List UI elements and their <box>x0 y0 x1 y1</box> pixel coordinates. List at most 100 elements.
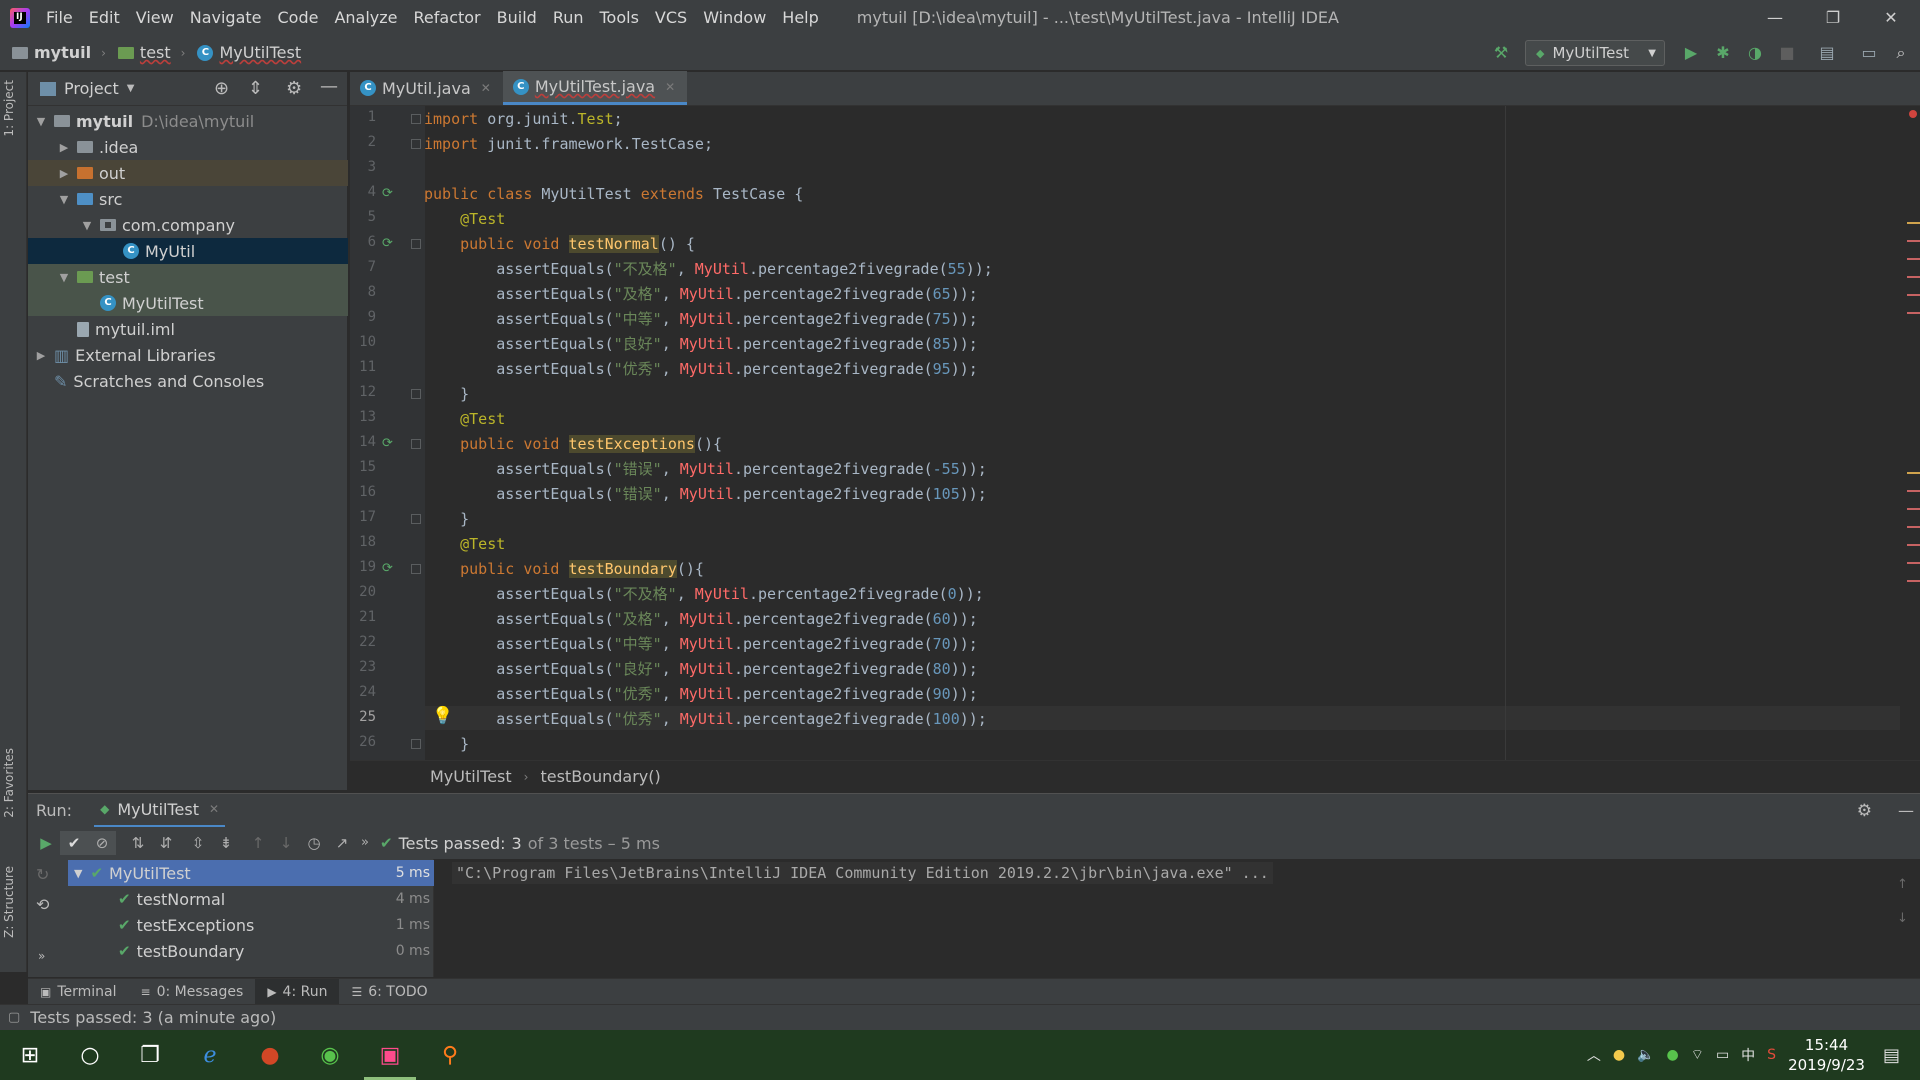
tree-item[interactable]: C MyUtil <box>28 238 348 264</box>
toggle-auto-test-icon[interactable]: ↻ <box>36 865 49 884</box>
code-line[interactable]: assertEquals("中等", MyUtil.percentage2fiv… <box>424 632 978 656</box>
code-line[interactable]: public void testNormal() { <box>424 232 695 256</box>
code-line[interactable]: } <box>424 507 469 531</box>
menu-build[interactable]: Build <box>489 0 545 35</box>
tab-myutil[interactable]: C MyUtil.java ✕ <box>350 71 503 105</box>
sogou-icon[interactable]: S <box>1767 1047 1776 1063</box>
code-line[interactable]: assertEquals("不及格", MyUtil.percentage2fi… <box>424 582 984 606</box>
menu-navigate[interactable]: Navigate <box>182 0 270 35</box>
frame-icon[interactable]: ▭ <box>1858 43 1880 63</box>
gear-icon[interactable]: ⚙ <box>1857 801 1872 821</box>
code-line[interactable]: } <box>424 732 469 756</box>
run-test-gutter-icon[interactable]: ⟳ <box>382 187 396 201</box>
task-view-icon[interactable]: ❐ <box>120 1030 180 1080</box>
locate-icon[interactable]: ⊕ <box>214 78 229 99</box>
search-icon[interactable]: ⌕ <box>1890 43 1912 63</box>
code-line[interactable]: @Test <box>424 532 505 556</box>
tree-item[interactable]: ▼ src <box>28 186 348 212</box>
run-test-gutter-icon[interactable]: ⟳ <box>382 562 396 576</box>
more-icon[interactable]: » <box>356 831 374 855</box>
menu-window[interactable]: Window <box>695 0 774 35</box>
edge-icon[interactable]: ℯ <box>180 1030 240 1080</box>
test-case-row[interactable]: ✔ testExceptions 1 ms <box>68 912 434 938</box>
code-line[interactable]: @Test <box>424 407 505 431</box>
console-scroll-arrows[interactable]: ↑ ↓ <box>1897 868 1908 936</box>
error-indicator-icon[interactable] <box>1909 110 1917 118</box>
tree-item[interactable]: ▶ out <box>28 160 348 186</box>
code-line[interactable]: assertEquals("优秀", MyUtil.percentage2fiv… <box>424 707 987 731</box>
code-line[interactable]: } <box>424 382 469 406</box>
fold-marker-icon[interactable] <box>411 739 421 749</box>
code-line[interactable]: @Test <box>424 207 505 231</box>
crumb-class[interactable]: C MyUtilTest <box>197 43 301 62</box>
tree-item[interactable]: ▼ mytuil D:\idea\mytuil <box>28 108 348 134</box>
menu-file[interactable]: File <box>38 0 81 35</box>
run-test-gutter-icon[interactable]: ⟳ <box>382 237 396 251</box>
rerun-failed-icon[interactable]: ⟲ <box>36 895 49 914</box>
tree-item[interactable]: ✎ Scratches and Consoles <box>28 368 348 394</box>
tray-browser-icon[interactable]: ● <box>1667 1047 1679 1063</box>
chevron-down-icon[interactable]: ▼ <box>127 83 135 94</box>
menu-help[interactable]: Help <box>774 0 826 35</box>
volume-icon[interactable]: 🔈 <box>1637 1047 1654 1063</box>
clock[interactable]: 15:44 2019/9/23 <box>1788 1035 1865 1075</box>
code-line[interactable]: assertEquals("优秀", MyUtil.percentage2fiv… <box>424 682 978 706</box>
ime-indicator[interactable]: 中 <box>1741 1045 1755 1065</box>
notifications-icon[interactable]: ▤ <box>1883 1045 1900 1066</box>
structure-tool-tab[interactable]: Z: Structure <box>2 866 16 938</box>
code-line[interactable]: assertEquals("优秀", MyUtil.percentage2fiv… <box>424 357 978 381</box>
code-line[interactable]: import org.junit.Test; <box>424 107 623 131</box>
favorites-tool-tab[interactable]: 2: Favorites <box>2 748 16 818</box>
close-tab-icon[interactable]: ✕ <box>481 81 491 95</box>
tree-arrow-icon[interactable]: ▶ <box>57 141 71 154</box>
project-tool-tab[interactable]: 1: Project <box>2 80 16 137</box>
start-icon[interactable]: ⊞ <box>0 1030 60 1080</box>
tree-arrow-icon[interactable]: ▼ <box>34 115 48 128</box>
tree-item[interactable]: ▼ com.company <box>28 212 348 238</box>
error-stripe[interactable] <box>1905 106 1920 760</box>
tab-myutiltest[interactable]: C MyUtilTest.java ✕ <box>502 71 688 105</box>
menu-code[interactable]: Code <box>270 0 327 35</box>
tree-item[interactable]: C MyUtilTest <box>28 290 348 316</box>
fold-marker-icon[interactable] <box>411 564 421 574</box>
debug-icon[interactable]: ✱ <box>1712 43 1734 63</box>
more-icon[interactable]: » <box>38 949 45 963</box>
powerpoint-icon[interactable]: ● <box>240 1030 300 1080</box>
project-panel-title[interactable]: Project <box>64 79 119 98</box>
code-line[interactable]: public void testBoundary(){ <box>424 557 704 581</box>
wifi-icon[interactable]: ⌔ <box>1691 1046 1704 1064</box>
build-hammer-icon[interactable]: ⚒ <box>1490 43 1512 63</box>
menu-edit[interactable]: Edit <box>81 0 128 35</box>
run-config-select[interactable]: ◆ MyUtilTest ▼ <box>1525 40 1665 66</box>
lightbulb-icon[interactable]: 💡 <box>432 706 453 726</box>
collapse-all-icon[interactable]: ⇕ <box>248 78 263 99</box>
export-icon[interactable]: ↗ <box>328 831 356 855</box>
coverage-icon[interactable]: ◑ <box>1744 43 1766 63</box>
code-line[interactable]: assertEquals("错误", MyUtil.percentage2fiv… <box>424 457 987 481</box>
show-passed-icon[interactable]: ✔ <box>60 831 88 855</box>
terminal-tab[interactable]: ▣ Terminal <box>28 979 129 1005</box>
run-tab[interactable]: ◆ MyUtilTest ✕ <box>94 794 226 828</box>
menu-vcs[interactable]: VCS <box>647 0 695 35</box>
expand-all-icon[interactable]: ⇳ <box>184 831 212 855</box>
close-tab-icon[interactable]: ✕ <box>665 80 675 94</box>
code-line[interactable]: assertEquals("及格", MyUtil.percentage2fiv… <box>424 607 978 631</box>
sort-duration-icon[interactable]: ⇵ <box>152 831 180 855</box>
test-case-row[interactable]: ✔ testBoundary 0 ms <box>68 938 434 964</box>
fold-marker-icon[interactable] <box>411 514 421 524</box>
close-tab-icon[interactable]: ✕ <box>209 802 219 816</box>
run-test-gutter-icon[interactable]: ⟳ <box>382 437 396 451</box>
hide-icon[interactable]: — <box>1898 801 1914 820</box>
messages-tab[interactable]: ≡ 0: Messages <box>129 979 256 1005</box>
tree-arrow-icon[interactable]: ▼ <box>80 219 94 232</box>
fold-marker-icon[interactable] <box>411 439 421 449</box>
restore-button[interactable]: ❐ <box>1804 0 1862 35</box>
tree-arrow-icon[interactable]: ▶ <box>57 167 71 180</box>
history-icon[interactable]: ◷ <box>300 831 328 855</box>
breadcrumb-class[interactable]: MyUtilTest <box>430 767 512 786</box>
hide-icon[interactable]: — <box>320 76 338 97</box>
tray-expand-icon[interactable]: ︿ <box>1587 1045 1601 1065</box>
menu-view[interactable]: View <box>128 0 182 35</box>
project-structure-icon[interactable]: ▤ <box>1816 43 1838 63</box>
browser-icon[interactable]: ◉ <box>300 1030 360 1080</box>
